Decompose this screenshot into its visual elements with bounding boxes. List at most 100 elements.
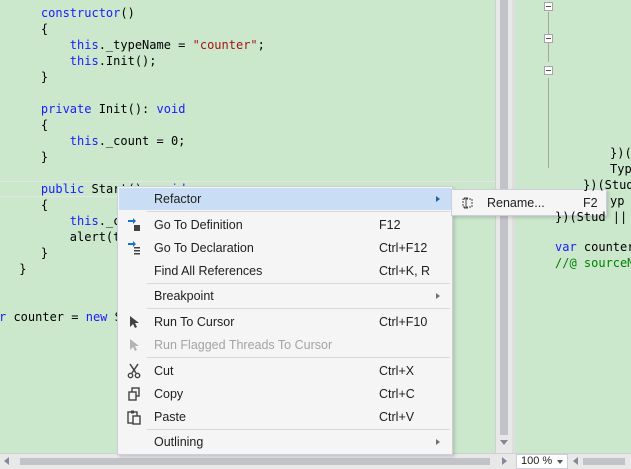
scroll-right-arrow-icon[interactable] (502, 457, 507, 465)
scrollbar-thumb[interactable] (500, 0, 508, 435)
code-line: } (12, 261, 26, 277)
menu-item-breakpoint[interactable]: Breakpoint (119, 285, 451, 307)
code-line: this.Init(); (12, 53, 157, 69)
code-token: .Init(); (98, 54, 157, 68)
menu-item-label: Breakpoint (154, 289, 214, 303)
menu-item-outlining[interactable]: Outlining (119, 431, 451, 453)
menu-separator (147, 357, 450, 358)
code-line: } (12, 245, 48, 261)
scroll-down-arrow-icon[interactable] (500, 440, 508, 445)
outline-guide-line (548, 78, 549, 168)
code-token: counter = (6, 310, 86, 324)
menu-separator (147, 283, 450, 284)
code-token: () (120, 6, 135, 20)
scrollbar-thumb[interactable] (20, 458, 490, 465)
code-token: Init(): (91, 102, 157, 116)
menu-separator (147, 308, 450, 309)
context-menu: Refactor Go To Definition F12 Go To Declara… (117, 186, 453, 455)
menu-item-copy[interactable]: Copy Ctrl+C (119, 383, 451, 405)
code-token: } (19, 262, 27, 276)
menu-item-label: Find All References (154, 264, 263, 278)
menu-item-label: Copy (154, 387, 184, 401)
zoom-dropdown[interactable]: 100 % (516, 454, 568, 469)
collapse-toggle-icon[interactable] (544, 2, 553, 11)
code-token: })(Stud || (555, 210, 628, 224)
menu-item-label: Run To Cursor (154, 315, 235, 329)
menu-item-label: Refactor (154, 192, 202, 206)
collapse-toggle-icon[interactable] (544, 34, 553, 43)
code-line: })(Stud || (555, 209, 627, 225)
scrollbar-thumb[interactable] (583, 458, 625, 465)
go-to-declaration-icon (126, 240, 142, 256)
code-token: constructor (40, 6, 121, 20)
code-line: this._typeName = "counter"; (12, 37, 265, 53)
menu-item-paste[interactable]: Paste Ctrl+V (119, 406, 451, 428)
code-line: constructor() (12, 5, 135, 21)
menu-item-shortcut: F12 (379, 218, 401, 232)
code-line: this._c (12, 213, 121, 229)
menu-item-go-to-declaration[interactable]: Go To Declaration Ctrl+F12 (119, 237, 451, 259)
zoom-value: 100 % (521, 455, 553, 467)
code-token: new (85, 310, 108, 324)
menu-item-run-to-cursor[interactable]: Run To Cursor Ctrl+F10 (119, 311, 451, 333)
code-token: Typ (610, 162, 631, 176)
code-token: ; (257, 38, 265, 52)
code-line: } (12, 149, 48, 165)
code-token: public (40, 182, 85, 196)
menu-item-label: Run Flagged Threads To Cursor (154, 338, 333, 352)
code-line: r counter = new S (0, 309, 122, 325)
menu-separator (147, 211, 450, 212)
menu-separator (147, 429, 450, 430)
code-token: this (69, 38, 99, 52)
scroll-left-arrow-icon[interactable] (573, 457, 578, 465)
menu-item-shortcut: Ctrl+X (379, 364, 415, 378)
code-token: void (156, 102, 186, 116)
menu-item-cut[interactable]: Cut Ctrl+X (119, 360, 451, 382)
rename-icon (460, 195, 476, 211)
menu-item-go-to-definition[interactable]: Go To Definition F12 (119, 214, 451, 236)
code-token: { (40, 198, 49, 212)
chevron-right-icon (436, 439, 440, 445)
code-token: "counter" (192, 38, 258, 52)
menu-item-label: Rename... (487, 196, 545, 210)
code-line: this._count = 0; (12, 133, 186, 149)
cursor-arrow-icon (126, 314, 142, 330)
code-line: var counter (555, 239, 631, 255)
code-line: //@ sourceM (555, 255, 631, 271)
menu-item-shortcut: Ctrl+K, R (379, 264, 431, 278)
menu-item-label: Paste (154, 410, 186, 424)
menu-item-label: Cut (154, 364, 174, 378)
code-line: { (12, 21, 48, 37)
code-token: this (69, 54, 99, 68)
code-token: ._typeName = (98, 38, 193, 52)
code-line: { (12, 197, 48, 213)
code-token: alert(t (69, 230, 121, 244)
code-token: } (40, 246, 49, 260)
menu-item-shortcut: Ctrl+F10 (379, 315, 428, 329)
collapse-toggle-icon[interactable] (544, 66, 553, 75)
menu-item-shortcut: Ctrl+C (379, 387, 415, 401)
vertical-scrollbar-left[interactable] (495, 0, 512, 453)
code-line: private Init(): void (12, 101, 186, 117)
menu-item-shortcut: Ctrl+F12 (379, 241, 428, 255)
code-token: private (40, 102, 92, 116)
code-token: //@ sourceM (555, 256, 631, 270)
menu-item-refactor[interactable]: Refactor (119, 188, 451, 210)
ide-window: constructor() { this._typeName = "counte… (0, 0, 631, 469)
code-token: { (40, 22, 49, 36)
code-token: ._count = 0; (98, 134, 186, 148)
scissors-icon (126, 363, 142, 379)
scroll-left-arrow-icon[interactable] (4, 457, 9, 465)
menu-item-find-all-references[interactable]: Find All References Ctrl+K, R (119, 260, 451, 282)
code-token: this (69, 134, 99, 148)
